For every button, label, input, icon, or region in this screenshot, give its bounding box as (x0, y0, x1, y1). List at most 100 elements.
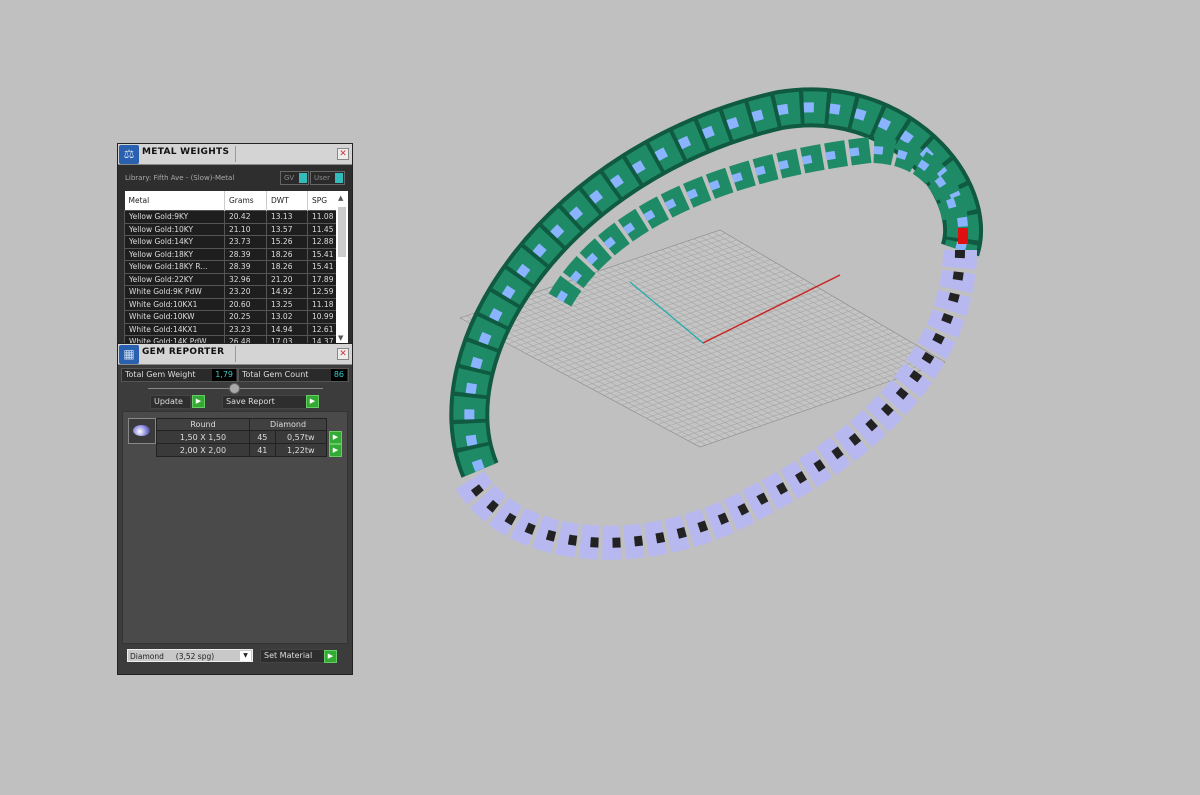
column-header[interactable]: Grams (224, 191, 267, 211)
gem-cell: 0,57tw (274, 430, 328, 444)
table-cell: 21.20 (266, 272, 308, 286)
table-cell: Yellow Gold:18KY R... (124, 260, 225, 274)
material-select[interactable]: Diamond (3,52 spg) ▼ (127, 649, 253, 662)
table-cell: 11.08 (307, 210, 337, 224)
user-label: User (314, 174, 330, 182)
table-cell: White Gold:10KW (124, 310, 225, 324)
table-cell: 12.61 (307, 322, 337, 336)
metal-weights-panel: ⚖ METAL WEIGHTS ✕ Library: Fifth Ave - (… (117, 143, 353, 349)
gem-reporter-panel: ▦ GEM REPORTER ✕ Total Gem Weight 1,79 To… (117, 343, 353, 675)
table-cell: 17.89 (307, 272, 337, 286)
total-gem-weight-value: 1,79 (212, 369, 236, 381)
table-cell: Yellow Gold:10KY (124, 222, 225, 236)
gem-table: Round Diamond 1,50 X 1,50 45 0,57tw ▶ 2,00 X … (156, 418, 343, 457)
gem-cell: 2,00 X 2,00 (156, 443, 250, 457)
library-label: Library: Fifth Ave - (Slow)-Metal (125, 174, 235, 182)
table-cell: Yellow Gold:14KY (124, 235, 225, 249)
total-gem-count-value: 86 (330, 369, 347, 381)
table-cell: Yellow Gold:9KY (124, 210, 225, 224)
gem-row[interactable]: 2,00 X 2,00 41 1,22tw ▶ (156, 443, 343, 457)
round-gem-icon (128, 418, 156, 444)
table-cell: 20.42 (224, 210, 267, 224)
close-icon[interactable]: ✕ (337, 348, 349, 360)
table-cell: Yellow Gold:18KY (124, 247, 225, 261)
table-cell: White Gold:14KX1 (124, 322, 225, 336)
table-cell: 15.41 (307, 260, 337, 274)
table-row[interactable]: Yellow Gold:10KY 21.10 13.57 11.45 (124, 222, 337, 236)
table-row[interactable]: White Gold:10KW 20.25 13.02 10.99 (124, 310, 337, 324)
table-cell: Yellow Gold:22KY (124, 272, 225, 286)
gem-list-area: Round Diamond 1,50 X 1,50 45 0,57tw ▶ 2,00 X … (122, 411, 348, 644)
material-select-value: Diamond (3,52 spg) (130, 652, 215, 661)
table-cell: 11.18 (307, 297, 337, 311)
table-cell: 18.26 (266, 247, 308, 261)
gem-row[interactable]: 1,50 X 1,50 45 0,57tw ▶ (156, 430, 343, 444)
total-gem-count: Total Gem Count 86 (238, 368, 349, 382)
material-header: Diamond (249, 418, 327, 431)
table-row[interactable]: Yellow Gold:18KY 28.39 18.26 15.41 (124, 247, 337, 261)
table-row[interactable]: White Gold:10KX1 20.60 13.25 11.18 (124, 297, 337, 311)
metal-weights-logo-icon: ⚖ (119, 145, 139, 164)
table-cell: 13.02 (266, 310, 308, 324)
chevron-down-icon: ▼ (240, 651, 251, 661)
table-cell: 13.25 (266, 297, 308, 311)
table-cell: 18.26 (266, 260, 308, 274)
total-gem-weight-label: Total Gem Weight (125, 370, 196, 379)
table-row[interactable]: Yellow Gold:9KY 20.42 13.13 11.08 (124, 210, 337, 224)
table-cell: 13.13 (266, 210, 308, 224)
table-cell: 14.92 (266, 285, 308, 299)
gv-label: GV (284, 174, 295, 182)
update-button[interactable]: Update (150, 395, 191, 409)
metal-table-scrollbar[interactable]: ▲ ▼ (336, 191, 348, 344)
splitter-knob[interactable] (229, 383, 240, 394)
table-cell: 14.94 (266, 322, 308, 336)
column-header[interactable]: Metal (124, 191, 225, 211)
table-cell: 23.23 (224, 322, 267, 336)
table-cell: 23.73 (224, 235, 267, 249)
table-cell: 15.41 (307, 247, 337, 261)
table-row[interactable]: Yellow Gold:18KY R... 28.39 18.26 15.41 (124, 260, 337, 274)
gem-reporter-logo-icon: ▦ (119, 345, 139, 364)
table-row[interactable]: White Gold:9K PdW 23.20 14.92 12.59 (124, 285, 337, 299)
table-cell: 21.10 (224, 222, 267, 236)
select-gem-go-icon[interactable]: ▶ (329, 430, 342, 444)
table-cell: 10.99 (307, 310, 337, 324)
close-icon[interactable]: ✕ (337, 148, 349, 160)
metal-weights-titlebar[interactable]: ⚖ METAL WEIGHTS ✕ (118, 144, 352, 165)
gem-cell: 45 (249, 430, 276, 444)
column-header[interactable]: DWT (266, 191, 308, 211)
panel-title: METAL WEIGHTS (142, 147, 230, 157)
table-cell: 12.59 (307, 285, 337, 299)
table-cell: 15.26 (266, 235, 308, 249)
table-cell: White Gold:9K PdW (124, 285, 225, 299)
table-cell: 32.96 (224, 272, 267, 286)
set-material-go-icon[interactable]: ▶ (324, 650, 337, 663)
user-toggle[interactable]: User (310, 171, 345, 185)
table-cell: 23.20 (224, 285, 267, 299)
save-report-go-icon[interactable]: ▶ (306, 395, 319, 408)
table-cell: 12.88 (307, 235, 337, 249)
gem-cell: 1,22tw (274, 443, 328, 457)
table-row[interactable]: Yellow Gold:22KY 32.96 21.20 17.89 (124, 272, 337, 286)
table-row[interactable]: Yellow Gold:14KY 23.73 15.26 12.88 (124, 235, 337, 249)
table-row[interactable]: White Gold:14KX1 23.23 14.94 12.61 (124, 322, 337, 336)
table-cell: 11.45 (307, 222, 337, 236)
select-gem-go-icon[interactable]: ▶ (329, 443, 342, 457)
gem-reporter-titlebar[interactable]: ▦ GEM REPORTER ✕ (118, 344, 352, 365)
save-report-button[interactable]: Save Report (222, 395, 307, 409)
panel-title: GEM REPORTER (142, 347, 225, 357)
set-material-button[interactable]: Set Material (260, 649, 325, 663)
table-cell: 28.39 (224, 247, 267, 261)
metal-table: Metal Grams DWT SPG Yellow Gold:9KY 20.42 13.… (124, 191, 337, 349)
table-cell: White Gold:10KX1 (124, 297, 225, 311)
total-gem-count-label: Total Gem Count (242, 370, 309, 379)
shape-header: Round (156, 418, 250, 431)
table-cell: 13.57 (266, 222, 308, 236)
gem-cell: 1,50 X 1,50 (156, 430, 250, 444)
table-cell: 20.60 (224, 297, 267, 311)
column-header[interactable]: SPG (307, 191, 337, 211)
gv-toggle[interactable]: GV (280, 171, 309, 185)
gem-cell: 41 (249, 443, 276, 457)
table-cell: 20.25 (224, 310, 267, 324)
update-go-icon[interactable]: ▶ (192, 395, 205, 408)
